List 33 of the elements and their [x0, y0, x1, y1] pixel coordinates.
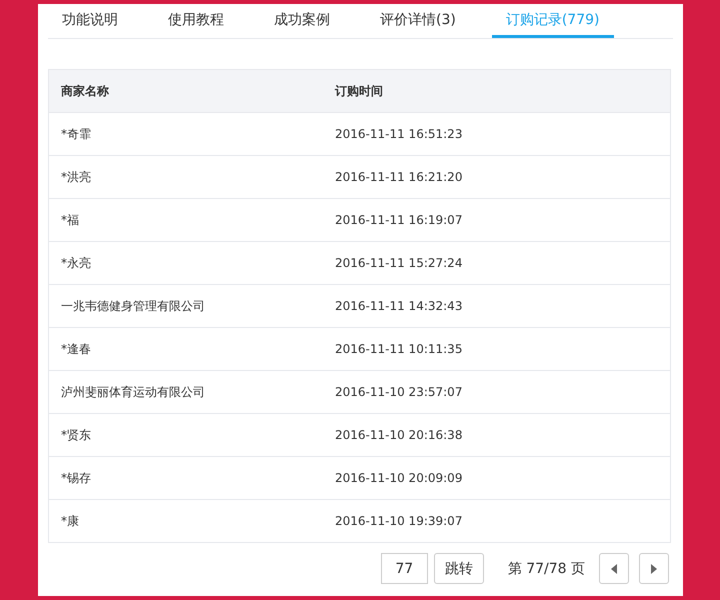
table-cell-text: 泸州斐丽体育运动有限公司 — [61, 384, 206, 400]
column-header: 订购时间 — [335, 82, 384, 100]
table-cell-text: *贤东 — [61, 426, 92, 444]
table-cell-text: 2016-11-10 19:39:07 — [335, 514, 464, 528]
table-cell-text: 2016-11-11 16:21:20 — [335, 170, 464, 184]
page-info: 第 77/78 页 — [508, 560, 585, 578]
table-cell-text: *洪亮 — [61, 168, 92, 186]
right-triangle-icon — [651, 564, 657, 574]
next-page-button[interactable] — [639, 553, 669, 584]
table-cell-text: 2016-11-11 15:27:24 — [335, 256, 464, 270]
tab[interactable]: 成功案例 — [260, 4, 344, 38]
tab[interactable]: 评价详情(3) — [366, 4, 470, 38]
tab[interactable]: 功能说明 — [48, 4, 132, 38]
previous-page-button[interactable] — [599, 553, 629, 584]
table-cell-text: 2016-11-11 14:32:43 — [335, 299, 464, 313]
left-triangle-icon — [611, 564, 617, 574]
table-cell-text: 2016-11-11 10:11:35 — [335, 342, 464, 356]
table-cell-text: *永亮 — [61, 254, 92, 272]
table-cell-text: 2016-11-10 23:57:07 — [335, 385, 464, 399]
tab[interactable]: 使用教程 — [154, 4, 238, 38]
table-cell-text: 2016-11-11 16:19:07 — [335, 213, 464, 227]
table-cell-text: 2016-11-10 20:16:38 — [335, 428, 464, 442]
table-cell-text: 一兆韦德健身管理有限公司 — [61, 298, 206, 314]
table-cell-text: *康 — [61, 512, 80, 530]
page-input[interactable]: 77 — [380, 553, 428, 584]
column-header: 商家名称 — [61, 82, 110, 100]
table-cell-text: 2016-11-11 16:51:23 — [335, 127, 464, 141]
table-cell-text: *逢春 — [61, 340, 92, 358]
table-cell-text: *福 — [61, 212, 80, 228]
table-cell-text: *奇霏 — [61, 126, 92, 142]
table-cell-text: *锡存 — [61, 470, 92, 486]
table-cell-text: 2016-11-10 20:09:09 — [335, 471, 464, 485]
jump-button[interactable]: 跳转 — [434, 553, 484, 584]
